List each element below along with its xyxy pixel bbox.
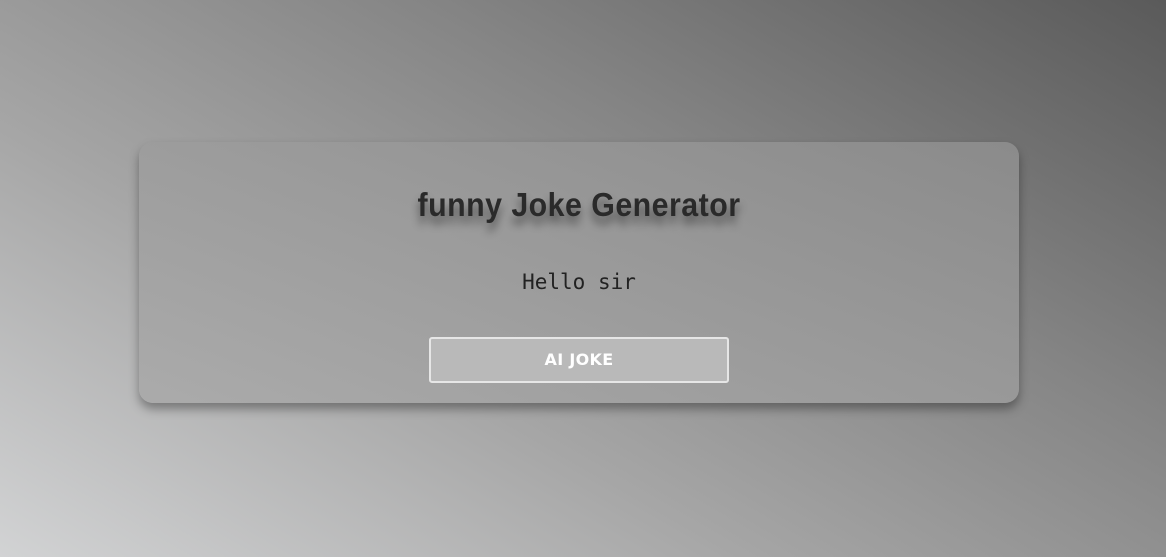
joke-text: Hello sir	[522, 270, 636, 294]
page-background: { "app": { "title": "funny Joke Generato…	[0, 0, 1166, 557]
app-title: funny Joke Generator	[417, 186, 741, 223]
ai-joke-button[interactable]: AI JOKE	[429, 337, 729, 383]
joke-card: funny Joke Generator Hello sir AI JOKE	[139, 142, 1019, 403]
